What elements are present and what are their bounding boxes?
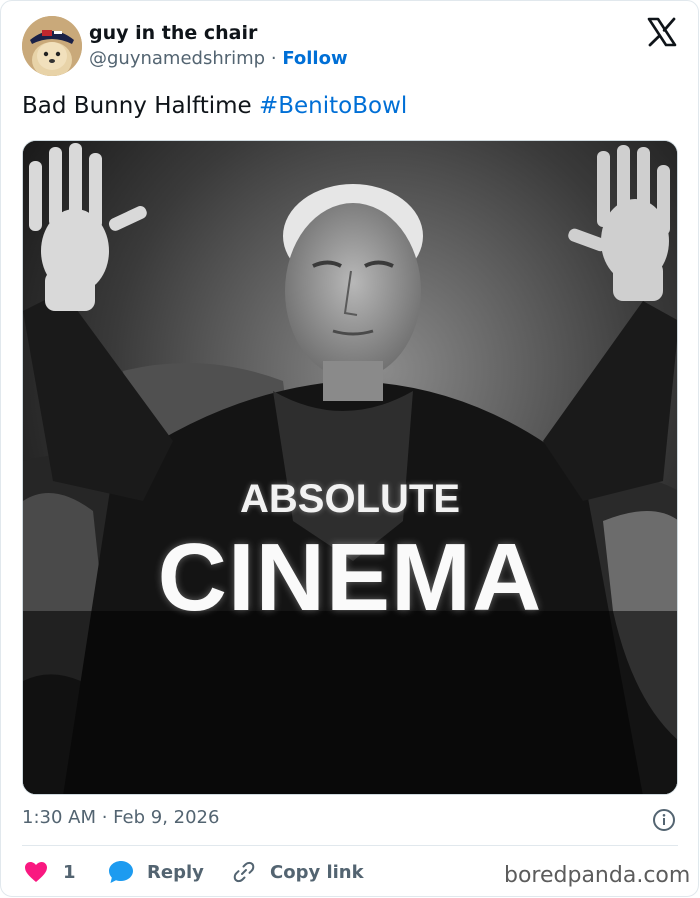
hashtag-link[interactable]: #BenitoBowl [259, 93, 407, 119]
copy-link-label: Copy link [270, 861, 364, 883]
speech-bubble-icon [109, 861, 133, 883]
link-icon [233, 861, 255, 883]
reply-button[interactable]: Reply [108, 858, 204, 886]
follow-button[interactable]: Follow [282, 48, 347, 69]
site-watermark: boredpanda.com [504, 863, 691, 888]
copy-link-button[interactable]: Copy link [232, 858, 364, 886]
heart-icon [25, 862, 47, 882]
meme-caption-top: ABSOLUTE [240, 477, 460, 521]
media-photo [23, 141, 677, 794]
tweet-text: Bad Bunny Halftime #BenitoBowl [22, 93, 407, 119]
like-button[interactable]: 1 [24, 858, 76, 886]
info-icon[interactable] [652, 808, 676, 832]
tweet-timestamp[interactable]: 1:30 AM · Feb 9, 2026 [22, 807, 219, 828]
x-logo-icon[interactable] [646, 16, 678, 48]
like-count: 1 [63, 861, 76, 883]
tweet-media[interactable]: ABSOLUTE CINEMA [22, 140, 678, 795]
meme-caption-bottom: CINEMA [157, 524, 543, 631]
divider [22, 845, 678, 846]
reply-label: Reply [147, 861, 204, 883]
tweet-body: Bad Bunny Halftime [22, 93, 252, 119]
avatar-image [22, 16, 82, 76]
author-handle-line: @guynamedshrimp · Follow [89, 48, 348, 69]
avatar[interactable] [22, 16, 82, 76]
author-handle[interactable]: @guynamedshrimp [89, 48, 265, 69]
author-display-name[interactable]: guy in the chair [89, 22, 257, 44]
separator-dot: · [270, 48, 277, 69]
